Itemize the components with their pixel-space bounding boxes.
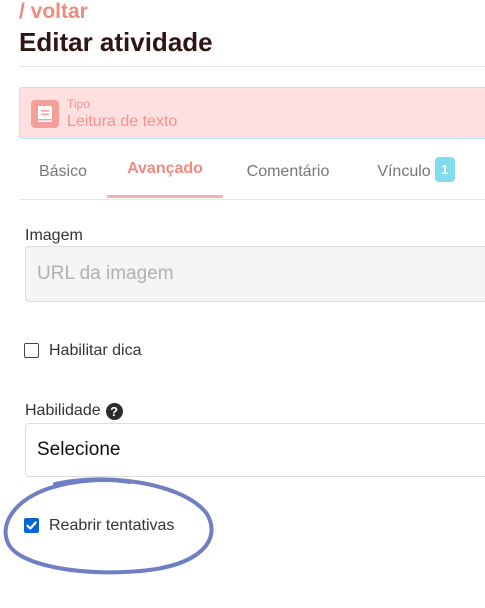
back-link[interactable]: / voltar [19,0,88,25]
active-tab-indicator [107,195,223,198]
vinculo-count-badge: 1 [434,157,455,183]
activity-type-box: Tipo Leitura de texto [19,87,485,139]
image-url-input[interactable] [25,246,485,302]
tab-bar: Básico Avançado Comentário Vínculo 1 [19,146,485,200]
tab-basico[interactable]: Básico [19,146,107,198]
reopen-attempts-label: Reabrir tentativas [49,517,175,534]
tab-avancado-label: Avançado [127,160,203,177]
skill-select[interactable]: Selecione [25,423,485,477]
skill-label: Habilidade [25,402,101,419]
tab-vinculo-label: Vínculo [377,163,431,180]
skill-select-value: Selecione [37,439,121,460]
tab-comentario[interactable]: Comentário [223,146,353,198]
tab-avancado[interactable]: Avançado [107,146,223,198]
skill-label-row: Habilidade? [25,401,123,421]
checkbox-unchecked-icon[interactable] [24,343,39,358]
tab-vinculo[interactable]: Vínculo 1 [363,146,469,198]
page-title: Editar atividade [19,27,213,57]
type-value: Leitura de texto [67,113,178,130]
title-divider [19,66,485,67]
checkbox-checked-icon[interactable] [24,518,39,533]
type-caption: Tipo [67,97,90,111]
book-icon [31,100,59,128]
image-label: Imagem [25,227,83,244]
tab-comentario-label: Comentário [246,163,330,180]
tab-basico-label: Básico [38,163,88,180]
question-circle-icon[interactable]: ? [105,403,123,420]
enable-hint-label: Habilitar dica [49,342,142,359]
